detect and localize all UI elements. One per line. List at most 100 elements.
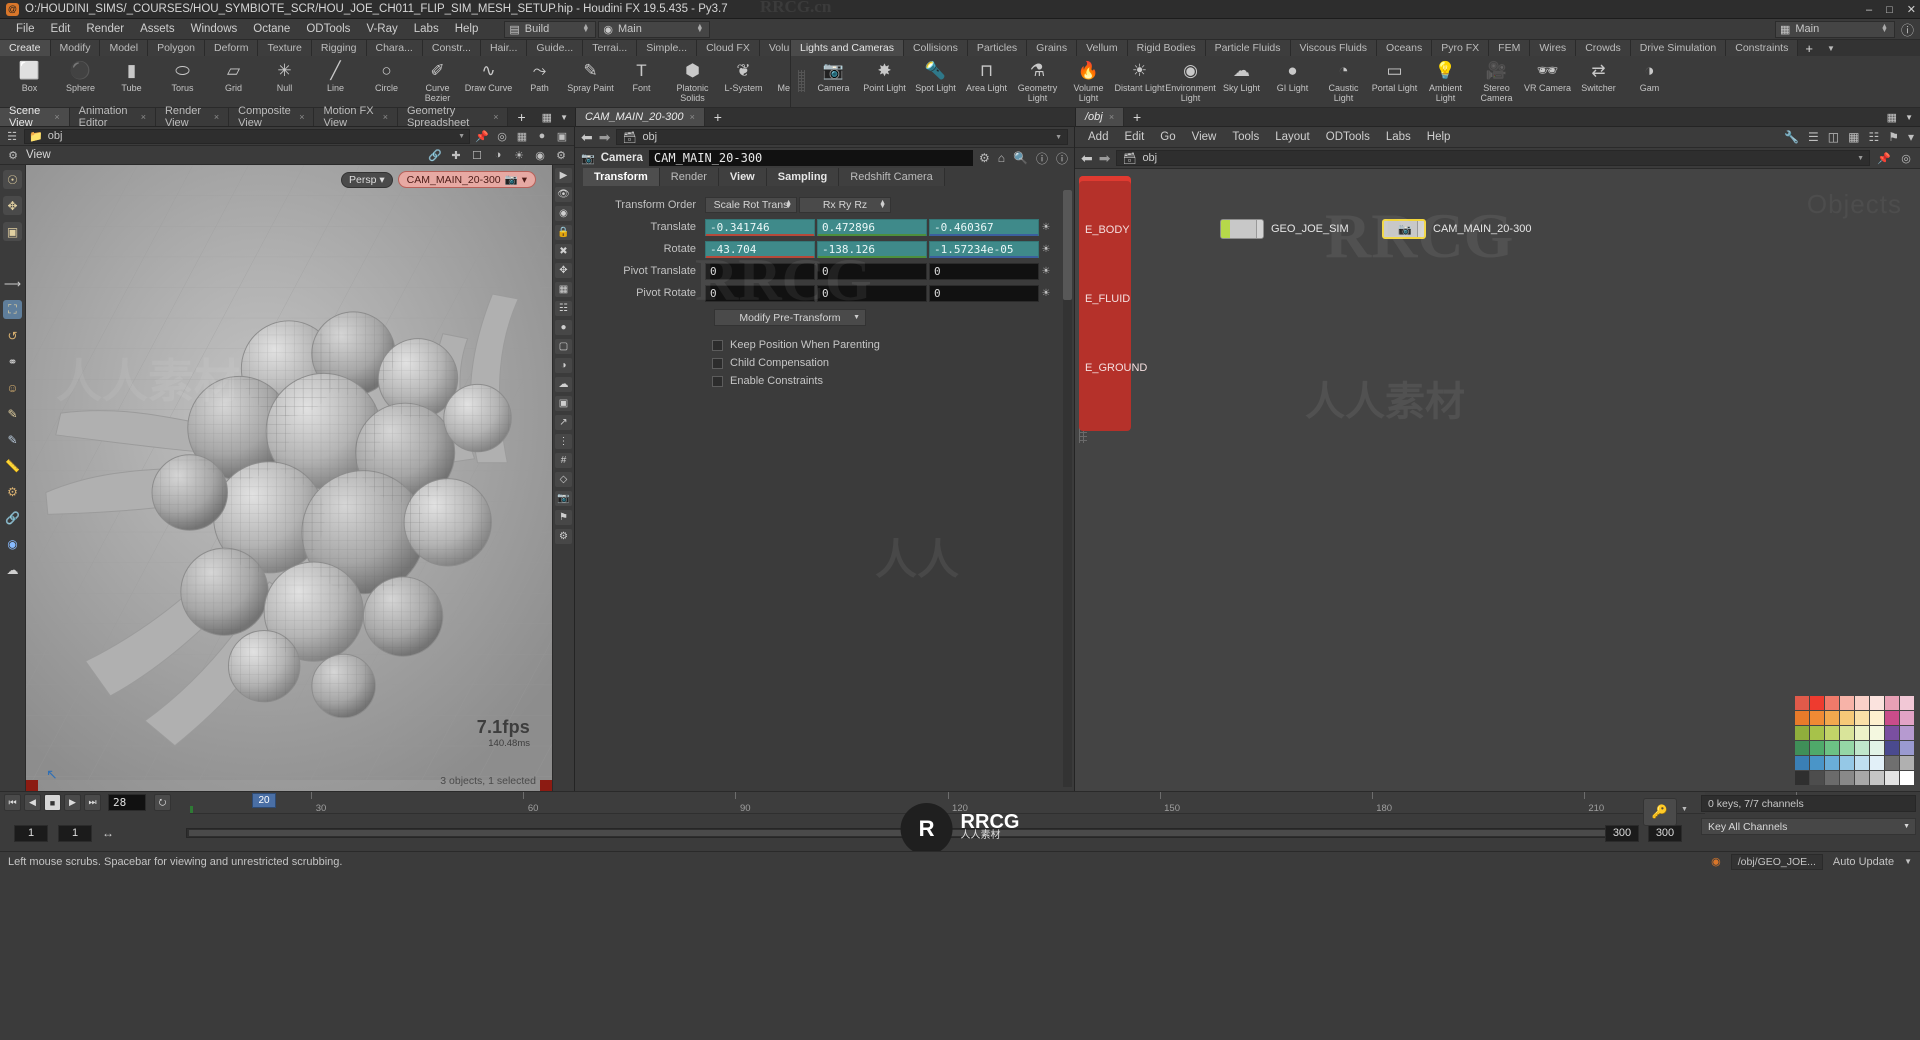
shelf-left-tab-guide[interactable]: Guide... [527, 40, 584, 56]
node-display-flag[interactable] [1221, 220, 1230, 238]
palette-swatch[interactable] [1795, 741, 1809, 755]
palette-swatch[interactable] [1855, 756, 1869, 770]
range-start2-field[interactable]: 1 [58, 824, 92, 842]
shelf-left-tool-l-system[interactable]: ❦ L-System [718, 58, 769, 103]
palette-swatch[interactable] [1795, 711, 1809, 725]
pane-tab-right-obj[interactable]: /obj × [1076, 108, 1125, 126]
shelf-right-tab-vellum[interactable]: Vellum [1077, 40, 1128, 56]
rotate-tool[interactable]: ↺ [3, 326, 22, 345]
network-target-icon[interactable]: ◎ [1898, 151, 1914, 166]
measure-tool[interactable]: 📏 [3, 456, 22, 475]
palette-swatch[interactable] [1870, 771, 1884, 785]
pane-tab-composite-view[interactable]: Composite View × [229, 105, 315, 129]
shelf-left-tool-draw-curve[interactable]: ∿ Draw Curve [463, 58, 514, 103]
group-tool[interactable]: ◉ [3, 534, 22, 553]
palette-swatch[interactable] [1810, 771, 1824, 785]
right-desktop-selector[interactable]: ▦ Main ▲ ▼ [1774, 20, 1895, 38]
wrench-icon[interactable]: 🔧 [1784, 130, 1799, 144]
palette-swatch[interactable] [1795, 771, 1809, 785]
pivot-icon[interactable]: ✥ [555, 263, 572, 278]
palette-swatch[interactable] [1900, 726, 1914, 740]
spinner-icon[interactable]: ▲ ▼ [879, 199, 886, 210]
network-pin-icon[interactable]: 📌 [1876, 151, 1892, 166]
shelf-left-tab-terrai[interactable]: Terrai... [583, 40, 638, 56]
palette-swatch[interactable] [1810, 696, 1824, 710]
param-tab-redshift-camera[interactable]: Redshift Camera [839, 168, 945, 186]
smooth-shade-icon[interactable]: ● [555, 320, 572, 335]
chevron-down-icon[interactable]: ▼ [560, 113, 568, 122]
palette-swatch[interactable] [1885, 756, 1899, 770]
shading-icon[interactable]: ◑ [490, 148, 506, 163]
light-icon[interactable]: ☀ [511, 148, 527, 163]
panel-icon[interactable]: ▣ [554, 129, 570, 144]
range-link-icon[interactable]: ↔ [102, 826, 114, 840]
info-icon[interactable]: ⓘ [1036, 150, 1048, 167]
close-icon[interactable]: × [493, 112, 498, 122]
shelf-right-tool-camera[interactable]: 📷 Camera [808, 58, 859, 103]
pane-tab-geometry-spreadsheet[interactable]: Geometry Spreadsheet × [397, 105, 509, 129]
shelf-left-tool-platonic-solids[interactable]: ⬢ Platonic Solids [667, 58, 718, 103]
pane-tab-mid-cam-main-20-300[interactable]: CAM_MAIN_20-300 × [576, 108, 705, 126]
shelf-left-tab-deform[interactable]: Deform [205, 40, 259, 56]
shelf-left-tool-curve-bezier[interactable]: ✐ Curve Bezier [412, 58, 463, 103]
param-channel-icon[interactable]: ☀ [1039, 288, 1053, 299]
pane-tab-scene-view[interactable]: Scene View × [0, 105, 70, 129]
param-field-translate-y[interactable]: 0.472896 [817, 218, 927, 236]
ghost-display-icon[interactable]: ◉ [555, 206, 572, 221]
param-channel-icon[interactable]: ☀ [1039, 266, 1053, 277]
chevron-down-icon[interactable]: ▼ [1857, 155, 1864, 162]
pane-tab-right-add-button[interactable]: + [1124, 108, 1150, 126]
timeline-playhead[interactable]: 20 [252, 793, 276, 808]
chevron-down-icon[interactable]: ▾ [1908, 130, 1914, 144]
network-canvas[interactable]: Objects E_BODY E_FLUID E_GROUND ◐ GEO_JO… [1075, 169, 1920, 791]
shelf-left-tab-model[interactable]: Model [100, 40, 149, 56]
display-options-icon[interactable]: ☐ [469, 148, 485, 163]
spinner-icon[interactable]: ▲ ▼ [785, 199, 792, 210]
palette-swatch[interactable] [1870, 711, 1884, 725]
network-menu-tools[interactable]: Tools [1225, 130, 1266, 144]
texture-icon[interactable]: ▣ [555, 396, 572, 411]
shelf-right-tab-lights-and-cameras[interactable]: Lights and Cameras [791, 40, 904, 56]
pane-layout-icon[interactable]: ▦ [542, 111, 552, 124]
shelf-right-tool-switcher[interactable]: ⇄ Switcher [1573, 58, 1624, 103]
network-menu-go[interactable]: Go [1153, 130, 1182, 144]
help-icon[interactable]: ⓘ [1056, 150, 1068, 167]
shelf-right-tab-pyro-fx[interactable]: Pyro FX [1432, 40, 1490, 56]
param-field-pivot-rotate-z[interactable]: 0 [929, 284, 1039, 302]
settings-icon[interactable]: ⚙ [553, 148, 569, 163]
palette-swatch[interactable] [1825, 771, 1839, 785]
menu-item-edit[interactable]: Edit [43, 21, 79, 37]
param-check-child-compensation[interactable]: Child Compensation [712, 354, 1074, 372]
palette-swatch[interactable] [1870, 756, 1884, 770]
ghost-icon[interactable]: ◉ [532, 148, 548, 163]
menu-item-render[interactable]: Render [78, 21, 132, 37]
chevron-down-icon[interactable]: ▼ [1681, 806, 1688, 813]
menu-item-labs[interactable]: Labs [406, 21, 447, 37]
palette-swatch[interactable] [1900, 756, 1914, 770]
shelf-left-tool-circle[interactable]: ○ Circle [361, 58, 412, 103]
param-field-translate-x[interactable]: -0.341746 [705, 218, 815, 236]
palette-swatch[interactable] [1825, 726, 1839, 740]
palette-swatch[interactable] [1855, 741, 1869, 755]
palette-swatch[interactable] [1840, 696, 1854, 710]
view-mode-icon[interactable]: ⚙ [5, 148, 21, 163]
status-auto-update[interactable]: Auto Update [1833, 856, 1894, 868]
parameter-path-field[interactable]: 🗃 obj ▼ [616, 129, 1068, 145]
palette-swatch[interactable] [1885, 696, 1899, 710]
points-icon[interactable]: ⋮ [555, 434, 572, 449]
select-tool[interactable]: ☉ [3, 170, 22, 189]
shelf-right-tab-rigid-bodies[interactable]: Rigid Bodies [1127, 40, 1206, 56]
palette-swatch[interactable] [1810, 711, 1824, 725]
play-button[interactable]: ▶ [64, 794, 81, 811]
palette-swatch[interactable] [1810, 741, 1824, 755]
network-menu-odtools[interactable]: ODTools [1319, 130, 1377, 144]
palette-swatch[interactable] [1900, 741, 1914, 755]
modify-pre-transform-menu[interactable]: Modify Pre-Transform ▼ [714, 309, 866, 326]
palette-swatch[interactable] [1840, 756, 1854, 770]
param-tab-view[interactable]: View [718, 168, 767, 186]
palette-swatch[interactable] [1795, 726, 1809, 740]
pane-tab-render-view[interactable]: Render View × [155, 105, 230, 129]
palette-swatch[interactable] [1855, 771, 1869, 785]
snap-icon[interactable]: ✚ [448, 148, 464, 163]
snap-grid-icon[interactable]: ▦ [555, 282, 572, 297]
